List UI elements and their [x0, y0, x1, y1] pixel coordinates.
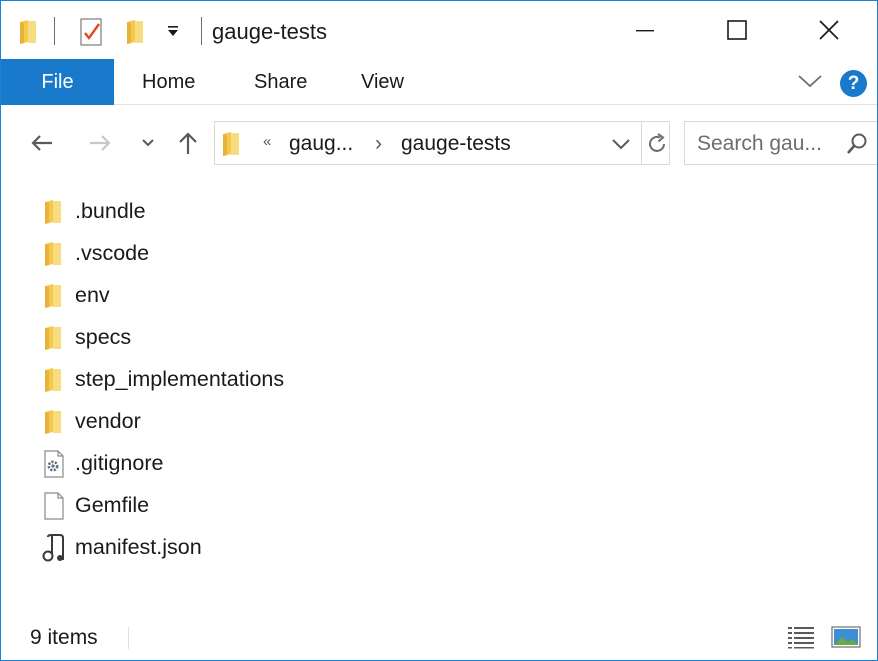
- file-name: manifest.json: [75, 535, 202, 559]
- arrow-left-icon: [31, 135, 52, 151]
- folder-icon: [41, 240, 67, 268]
- list-item[interactable]: env: [33, 275, 533, 315]
- close-button[interactable]: [783, 1, 875, 59]
- chevron-down-icon: [142, 139, 154, 147]
- file-name: env: [75, 283, 110, 307]
- close-icon: [819, 20, 839, 40]
- folder-icon[interactable]: [18, 18, 38, 51]
- list-item[interactable]: specs: [33, 317, 533, 357]
- folder-icon: [41, 366, 67, 394]
- details-view-icon[interactable]: [787, 625, 817, 649]
- file-name: Gemfile: [75, 493, 150, 517]
- arrow-right-icon: [90, 135, 111, 151]
- search-box[interactable]: [684, 121, 877, 165]
- explorer-window: gauge-tests File Home Share View ? « gau…: [0, 0, 878, 661]
- back-button[interactable]: [27, 127, 57, 159]
- maximize-icon: [727, 20, 747, 40]
- navigation-bar: « gaug... › gauge-tests: [1, 105, 877, 181]
- list-item[interactable]: vendor: [33, 401, 533, 441]
- new-folder-icon[interactable]: [125, 18, 145, 51]
- folder-icon: [41, 324, 67, 352]
- address-bar[interactable]: « gaug... › gauge-tests: [214, 121, 670, 165]
- tab-home[interactable]: Home: [142, 59, 195, 105]
- file-name: vendor: [75, 409, 141, 433]
- address-history-chevron-down-icon[interactable]: [611, 137, 631, 156]
- tab-view[interactable]: View: [361, 59, 404, 105]
- up-button[interactable]: [173, 127, 203, 159]
- maximize-button[interactable]: [691, 1, 783, 59]
- file-name: step_implementations: [75, 367, 285, 391]
- status-bar: 9 items: [1, 617, 877, 660]
- folder-icon: [41, 408, 67, 436]
- breadcrumb-current[interactable]: gauge-tests: [401, 132, 511, 156]
- folder-icon: [41, 282, 67, 310]
- ribbon-tabs: File Home Share View ?: [1, 59, 877, 105]
- minimize-icon: [636, 30, 654, 32]
- file-name: specs: [75, 325, 132, 349]
- search-input[interactable]: [697, 131, 847, 157]
- title-divider: [201, 17, 202, 45]
- folder-icon: [221, 130, 241, 163]
- breadcrumb-segment[interactable]: gaug...: [289, 132, 353, 156]
- customize-dropdown-icon[interactable]: [166, 25, 180, 43]
- arrow-up-icon: [179, 132, 197, 154]
- file-name: .gitignore: [75, 451, 164, 475]
- help-button[interactable]: ?: [840, 70, 867, 97]
- refresh-icon[interactable]: [645, 132, 669, 161]
- title-bar: gauge-tests: [1, 1, 877, 59]
- list-item[interactable]: step_implementations: [33, 359, 533, 399]
- folder-icon: [41, 198, 67, 226]
- item-count: 9 items: [30, 626, 98, 649]
- large-icons-view-icon[interactable]: [831, 625, 861, 649]
- settings-file-icon: [41, 450, 67, 478]
- blank-file-icon: [41, 492, 67, 520]
- list-item[interactable]: .gitignore: [33, 443, 533, 483]
- address-overflow-chevron[interactable]: «: [263, 133, 271, 150]
- recent-locations-button[interactable]: [133, 127, 163, 159]
- breadcrumb-separator-icon[interactable]: ›: [375, 132, 382, 156]
- list-item[interactable]: manifest.json: [33, 527, 533, 567]
- minimize-button[interactable]: [599, 1, 691, 59]
- search-icon[interactable]: [845, 132, 869, 161]
- file-name: .vscode: [75, 241, 150, 265]
- file-list: .bundle .vscode env specs step_implement…: [1, 189, 877, 569]
- address-divider: [641, 122, 642, 164]
- tab-share[interactable]: Share: [254, 59, 307, 105]
- list-item[interactable]: .bundle: [33, 191, 533, 231]
- list-item[interactable]: Gemfile: [33, 485, 533, 525]
- list-item[interactable]: .vscode: [33, 233, 533, 273]
- properties-check-icon[interactable]: [80, 18, 104, 51]
- forward-button[interactable]: [85, 127, 115, 159]
- window-title: gauge-tests: [212, 19, 327, 44]
- expand-ribbon-chevron-icon[interactable]: [797, 72, 823, 95]
- music-file-icon: [41, 534, 67, 562]
- file-name: .bundle: [75, 199, 146, 223]
- quick-access-divider: [54, 17, 55, 45]
- status-divider: [128, 627, 129, 649]
- tab-file[interactable]: File: [1, 59, 114, 105]
